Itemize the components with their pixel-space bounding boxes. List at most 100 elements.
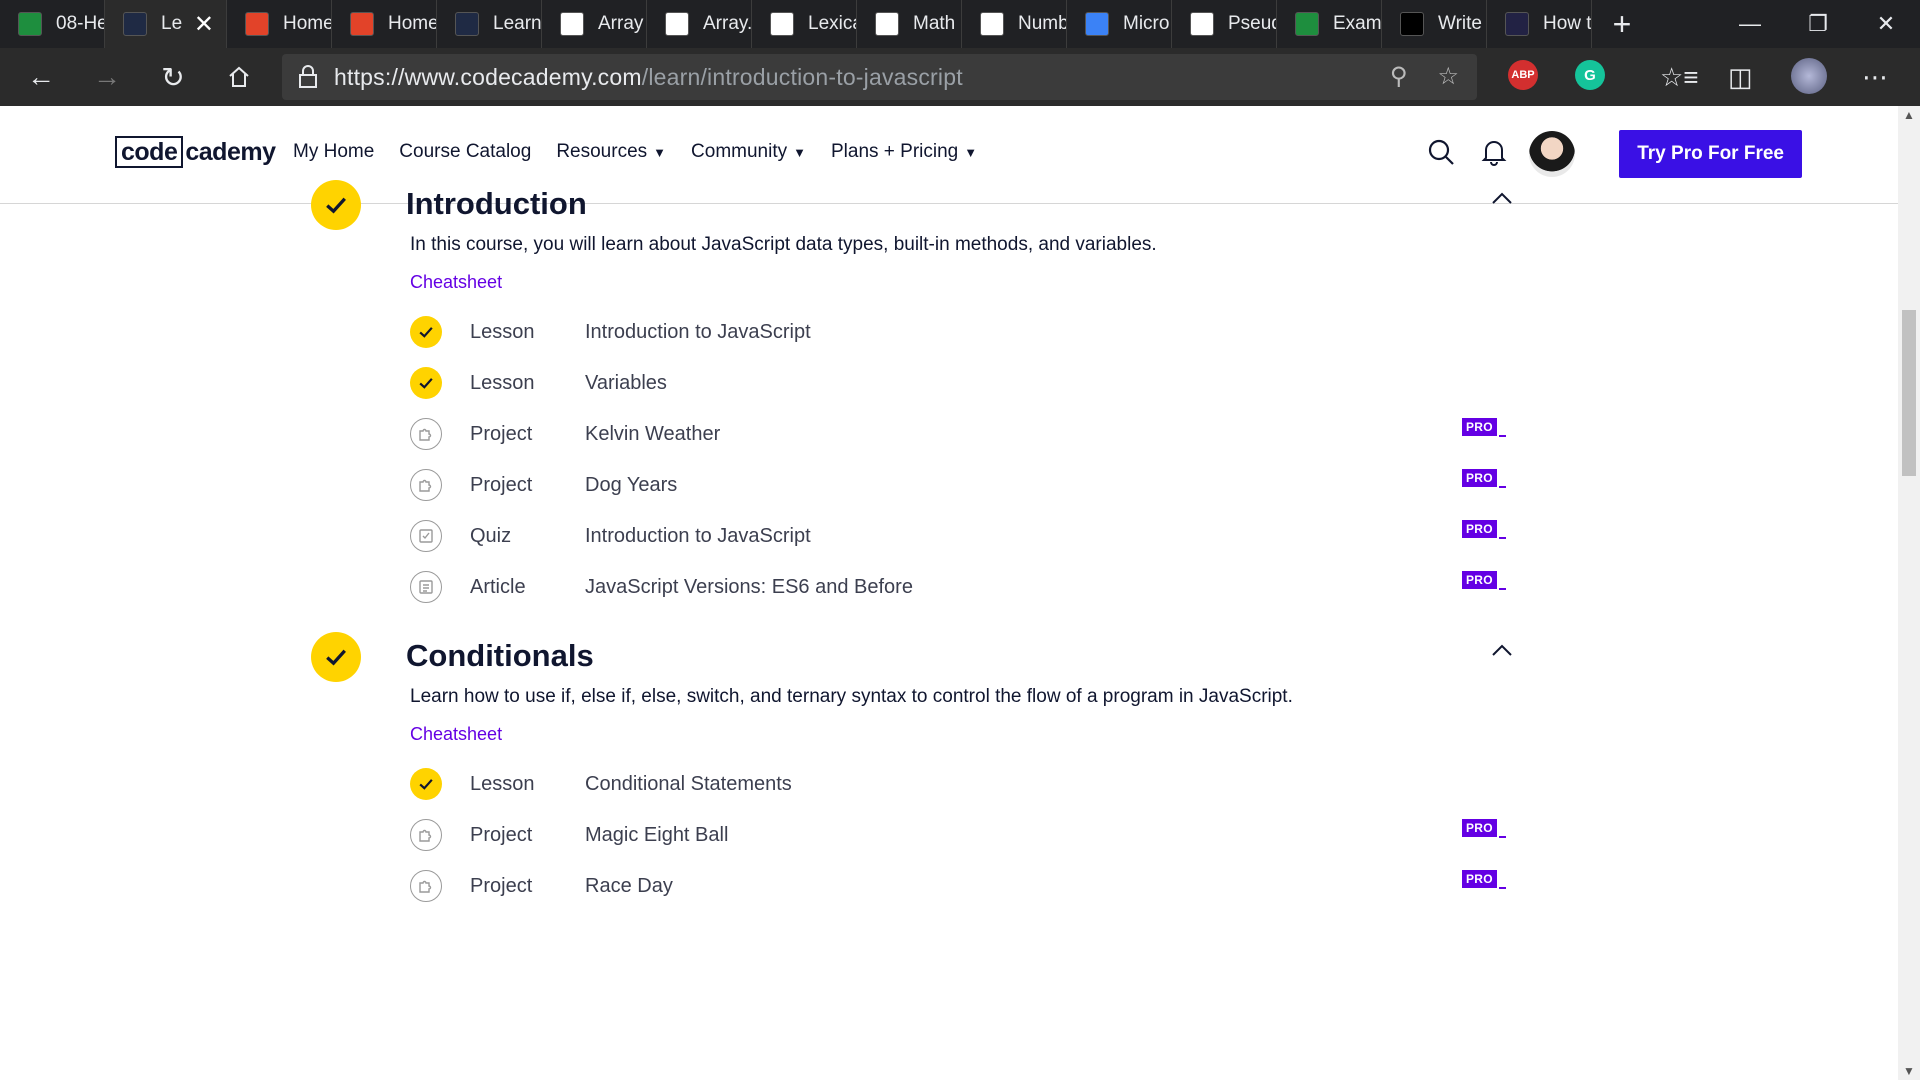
tab-label: Examp (1333, 13, 1381, 34)
browser-tab[interactable]: Array. (647, 0, 752, 48)
syllabus-item[interactable]: Lesson Introduction to JavaScript (410, 314, 1510, 350)
forward-icon[interactable]: → (74, 48, 140, 106)
browser-tab[interactable]: Write (1382, 0, 1487, 48)
try-pro-button[interactable]: Try Pro For Free (1619, 130, 1802, 178)
browser-tab[interactable]: Le ✕ (105, 0, 227, 48)
notification-bell-icon[interactable] (1481, 138, 1507, 171)
main-nav: My Home Course Catalog Resources ▼ Community… (293, 141, 977, 163)
syllabus-item[interactable]: Project Magic Eight Ball PRO (410, 817, 1510, 853)
lock-icon[interactable] (282, 65, 334, 89)
refresh-icon[interactable]: ↻ (140, 48, 206, 106)
home-icon[interactable] (206, 48, 272, 106)
pro-badge: PRO (1462, 571, 1506, 590)
header-actions: Try Pro For Free (1427, 130, 1802, 178)
profile-avatar[interactable] (1791, 58, 1827, 94)
project-puzzle-icon (410, 870, 442, 902)
more-menu-icon[interactable]: ⋯ (1862, 62, 1888, 93)
item-type: Lesson (470, 772, 535, 795)
browser-tab[interactable]: Home (332, 0, 437, 48)
spartan-icon (1295, 12, 1319, 36)
syllabus-item[interactable]: Project Kelvin Weather PRO (410, 416, 1510, 452)
close-tab-icon[interactable]: ✕ (194, 10, 214, 39)
search-icon[interactable] (1427, 138, 1455, 171)
codecademy-tab-icon (455, 12, 479, 36)
syllabus-item[interactable]: Quiz Introduction to JavaScript PRO (410, 518, 1510, 554)
nav-link[interactable]: Plans + Pricing ▼ (831, 141, 977, 163)
item-name: Magic Eight Ball (585, 823, 729, 846)
completed-check-icon (410, 316, 442, 348)
syllabus-item[interactable]: Article JavaScript Versions: ES6 and Befo… (410, 569, 1510, 605)
item-name: JavaScript Versions: ES6 and Before (585, 575, 913, 598)
syllabus-item[interactable]: Project Dog Years PRO (410, 467, 1510, 503)
favorites-icon[interactable]: ☆≡ (1660, 62, 1698, 93)
nav-link-label: Resources (556, 141, 648, 162)
microsoft-icon (1085, 12, 1109, 36)
grammarly-icon[interactable]: G (1575, 60, 1605, 90)
tab-label: Pseud (1228, 13, 1276, 34)
browser-tab[interactable]: Math (857, 0, 962, 48)
browser-tab-bar: 08-HeLe✕ Home Home Learn Array Array. Lexica Ma… (0, 0, 1920, 48)
article-icon (410, 571, 442, 603)
nav-link[interactable]: Community ▼ (691, 141, 806, 163)
tab-label: Array (598, 13, 644, 34)
address-toolbar: ← → ↻ https://www.codecademy.com/learn/i… (0, 48, 1920, 106)
user-avatar[interactable] (1529, 131, 1576, 177)
scroll-down-icon[interactable]: ▼ (1898, 1064, 1920, 1078)
close-window-icon[interactable]: ✕ (1852, 0, 1920, 48)
browser-tab[interactable]: Examp (1277, 0, 1382, 48)
codecademy-logo[interactable]: code cademy (115, 136, 276, 168)
item-name: Dog Years (585, 473, 678, 496)
browser-tab[interactable]: Numb (962, 0, 1067, 48)
logo-code: code (115, 136, 184, 168)
favorite-star-icon[interactable]: ☆ (1437, 62, 1459, 91)
caret-down-icon: ▼ (964, 145, 978, 160)
syllabus-item[interactable]: Project Race Day PRO (410, 868, 1510, 904)
browser-tab[interactable]: Pseud (1172, 0, 1277, 48)
back-icon[interactable]: ← (8, 48, 74, 106)
pro-badge: PRO (1462, 418, 1506, 437)
adblock-icon[interactable]: ABP (1508, 60, 1538, 90)
logo-cademy: cademy (185, 137, 276, 166)
minimize-icon[interactable]: — (1716, 0, 1784, 48)
collapse-chevron-icon[interactable] (1490, 186, 1514, 212)
scroll-up-icon[interactable]: ▲ (1898, 108, 1920, 122)
tab-label: Home (388, 13, 436, 34)
item-name: Introduction to JavaScript (585, 524, 811, 547)
scrollbar-thumb[interactable] (1902, 310, 1916, 476)
url-field[interactable]: https://www.codecademy.com/learn/introdu… (282, 54, 1477, 100)
collapse-chevron-icon[interactable] (1490, 638, 1514, 664)
browser-tab[interactable]: Learn (437, 0, 542, 48)
browser-tab[interactable]: How t (1487, 0, 1592, 48)
url-path: /learn/introduction-to-javascript (641, 63, 963, 90)
restore-icon[interactable]: ❐ (1784, 0, 1852, 48)
section-title: Introduction (406, 186, 587, 221)
browser-tab[interactable]: Lexica (752, 0, 857, 48)
project-puzzle-icon (410, 819, 442, 851)
collections-icon[interactable]: ◫ (1728, 62, 1753, 93)
page-scrollbar[interactable]: ▲ ▼ (1898, 106, 1920, 1080)
nav-link[interactable]: My Home (293, 141, 374, 163)
zoom-icon[interactable]: ⚲ (1390, 62, 1408, 91)
browser-tab[interactable]: Array (542, 0, 647, 48)
item-name: Race Day (585, 874, 673, 897)
item-type: Project (470, 473, 533, 496)
syllabus-item[interactable]: Lesson Variables (410, 365, 1510, 401)
nav-link-label: Course Catalog (399, 141, 532, 162)
pro-badge: PRO (1462, 819, 1506, 838)
pluralsight-icon (665, 12, 689, 36)
nav-link[interactable]: Resources ▼ (556, 141, 666, 163)
cheatsheet-link[interactable]: Cheatsheet (410, 724, 502, 745)
browser-tab[interactable]: Home (227, 0, 332, 48)
quiz-icon (410, 520, 442, 552)
syllabus-item[interactable]: Lesson Conditional Statements (410, 766, 1510, 802)
document-icon (1190, 12, 1214, 36)
nav-link[interactable]: Course Catalog (399, 141, 531, 163)
new-tab-button[interactable]: + (1592, 0, 1652, 48)
browser-tab[interactable]: Micro (1067, 0, 1172, 48)
item-name: Conditional Statements (585, 772, 792, 795)
section-description: In this course, you will learn about Jav… (410, 234, 1157, 255)
page-viewport: code cademy My Home Course Catalog Resource… (0, 106, 1898, 1080)
cheatsheet-link[interactable]: Cheatsheet (410, 272, 502, 293)
pluralsight-icon (560, 12, 584, 36)
browser-tab[interactable]: 08-He (0, 0, 105, 48)
